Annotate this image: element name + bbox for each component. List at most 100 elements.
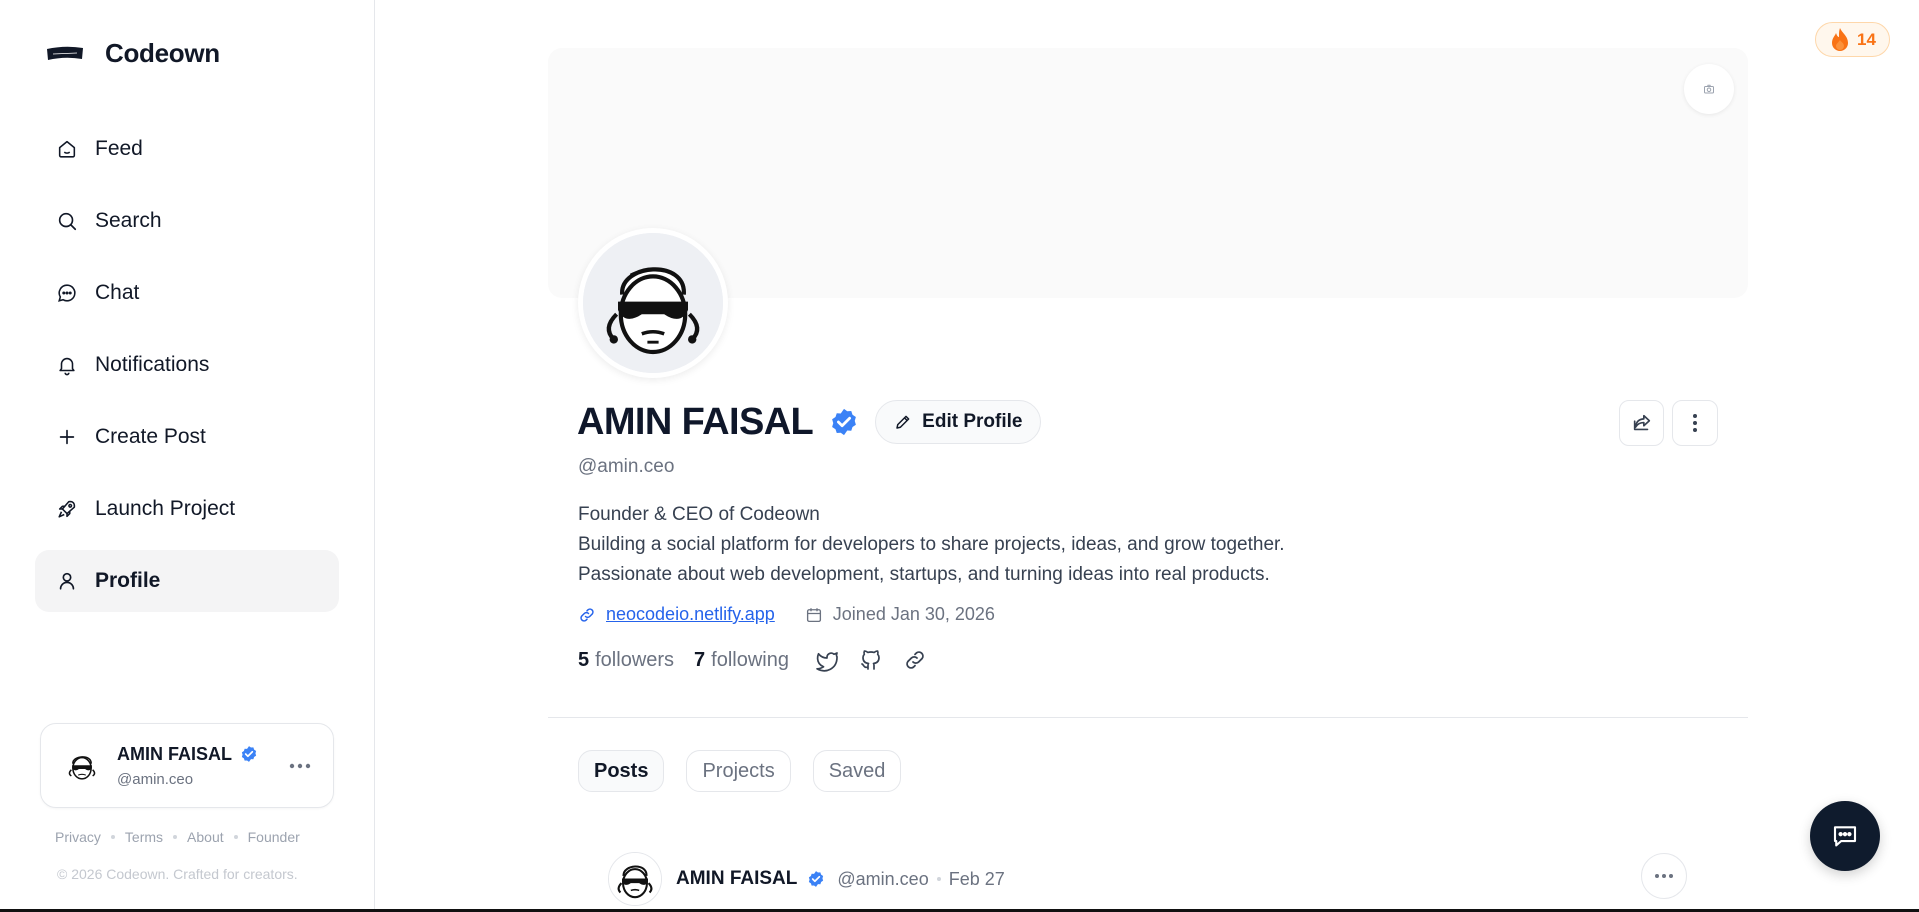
verified-badge-icon (832, 408, 857, 436)
sidebar-item-launch-project[interactable]: Launch Project (35, 478, 339, 540)
footer-link-founder[interactable]: Founder (248, 829, 300, 845)
message-icon (1833, 826, 1857, 847)
sidebar-item-notifications[interactable]: Notifications (35, 334, 339, 396)
profile-name-row: AMIN FAISAL Edit Profile (577, 400, 1042, 444)
tab-projects[interactable]: Projects (686, 750, 791, 792)
footer-link-about[interactable]: About (187, 829, 224, 845)
link-icon[interactable] (903, 648, 927, 672)
brand-name: Codeown (105, 38, 220, 68)
change-cover-button[interactable] (1684, 64, 1734, 114)
social-links (815, 648, 927, 672)
sidebar: Codeown Feed Search Chat Notifications C… (0, 0, 375, 912)
footer-link-terms[interactable]: Terms (125, 829, 163, 845)
twitter-icon[interactable] (815, 648, 839, 672)
sidebar-item-label: Create Post (95, 425, 206, 448)
sidebar-item-label: Launch Project (95, 497, 236, 520)
profile-stats: 5 followers 7 following (578, 648, 927, 672)
link-icon (580, 607, 594, 622)
rocket-icon (55, 497, 79, 521)
avatar (609, 853, 661, 905)
profile-more-button[interactable] (1672, 400, 1718, 446)
joined-text: Joined Jan 30, 2026 (832, 604, 995, 624)
following-count: 7 (694, 648, 706, 671)
profile-bio: Founder & CEO of Codeown Building a soci… (578, 500, 1285, 590)
current-user-handle: @amin.ceo (117, 770, 194, 788)
joined-date: Joined Jan 30, 2026 (805, 604, 995, 625)
sidebar-item-create-post[interactable]: Create Post (35, 406, 339, 468)
sidebar-item-feed[interactable]: Feed (35, 118, 339, 180)
current-user-card[interactable]: AMIN FAISAL @amin.ceo (40, 723, 334, 808)
sidebar-item-profile[interactable]: Profile (35, 550, 339, 612)
followers-count: 5 (578, 648, 590, 671)
bell-icon (55, 353, 79, 377)
current-user-info: AMIN FAISAL @amin.ceo (117, 744, 258, 788)
sidebar-item-label: Chat (95, 281, 140, 304)
chat-fab-button[interactable] (1810, 801, 1880, 871)
post-author-name[interactable]: AMIN FAISAL (676, 868, 797, 890)
more-options-icon[interactable] (287, 754, 313, 778)
search-icon (55, 209, 79, 233)
more-horizontal-icon (1655, 874, 1673, 878)
edit-profile-label: Edit Profile (922, 411, 1023, 432)
profile-name: AMIN FAISAL (577, 400, 814, 443)
sidebar-nav: Feed Search Chat Notifications Create Po… (35, 118, 339, 622)
avatar (63, 747, 101, 784)
post-date: Feb 27 (936, 868, 1005, 890)
separator-dot (110, 835, 115, 839)
sidebar-item-label: Search (95, 209, 162, 232)
following-stat[interactable]: 7 following (694, 649, 789, 672)
separator-dot (936, 877, 941, 881)
codeown-logo-icon (47, 46, 83, 60)
footer-link-privacy[interactable]: Privacy (55, 829, 101, 845)
calendar-icon (806, 607, 821, 622)
separator-dot (233, 835, 238, 839)
home-icon (55, 137, 79, 161)
current-user-name: AMIN FAISAL (117, 743, 232, 764)
profile-meta: neocodeio.netlify.app Joined Jan 30, 202… (578, 604, 995, 625)
brand[interactable]: Codeown (45, 38, 220, 69)
copyright: © 2026 Codeown. Crafted for creators. (57, 866, 298, 882)
pencil-icon (896, 415, 910, 429)
website-link[interactable]: neocodeio.netlify.app (606, 604, 775, 625)
post-more-button[interactable] (1641, 853, 1687, 899)
followers-label: followers (595, 648, 675, 671)
followers-stat[interactable]: 5 followers (578, 649, 674, 672)
sidebar-item-label: Feed (95, 137, 143, 160)
share-profile-button[interactable] (1619, 400, 1664, 446)
github-icon[interactable] (859, 648, 883, 672)
post-date-text: Feb 27 (948, 868, 1005, 889)
avatar (583, 233, 723, 373)
verified-badge-icon (809, 871, 824, 887)
edit-profile-button[interactable]: Edit Profile (875, 400, 1042, 444)
chat-icon (55, 281, 79, 305)
separator-dot (173, 835, 178, 839)
current-user-name-row: AMIN FAISAL (117, 744, 258, 765)
cover-banner (548, 48, 1748, 298)
bio-line: Passionate about web development, startu… (578, 564, 1270, 585)
profile-avatar[interactable] (578, 228, 728, 378)
divider (548, 717, 1748, 718)
profile-tabs: Posts Projects Saved (578, 750, 902, 792)
sidebar-item-chat[interactable]: Chat (35, 262, 339, 324)
profile-handle: @amin.ceo (578, 456, 675, 477)
more-vertical-icon (1693, 414, 1697, 432)
verified-badge-icon (241, 746, 257, 762)
sidebar-item-label: Profile (95, 569, 161, 592)
fire-icon (1832, 27, 1849, 51)
bio-line: Founder & CEO of Codeown (578, 504, 820, 525)
post-author-avatar[interactable] (608, 852, 662, 906)
post-header: AMIN FAISAL @amin.ceo Feb 27 (608, 852, 1005, 906)
tab-posts[interactable]: Posts (578, 750, 665, 792)
footer-links: Privacy Terms About Founder (55, 829, 300, 845)
user-icon (55, 569, 79, 593)
tab-saved[interactable]: Saved (812, 750, 902, 792)
plus-icon (55, 425, 79, 449)
camera-icon (1704, 84, 1714, 94)
bio-line: Building a social platform for developer… (578, 534, 1285, 555)
sidebar-item-search[interactable]: Search (35, 190, 339, 252)
post-author-handle: @amin.ceo (837, 868, 929, 889)
streak-count: 14 (1857, 29, 1876, 49)
streak-badge[interactable]: 14 (1815, 22, 1890, 57)
sidebar-item-label: Notifications (95, 353, 210, 376)
following-label: following (711, 648, 789, 671)
